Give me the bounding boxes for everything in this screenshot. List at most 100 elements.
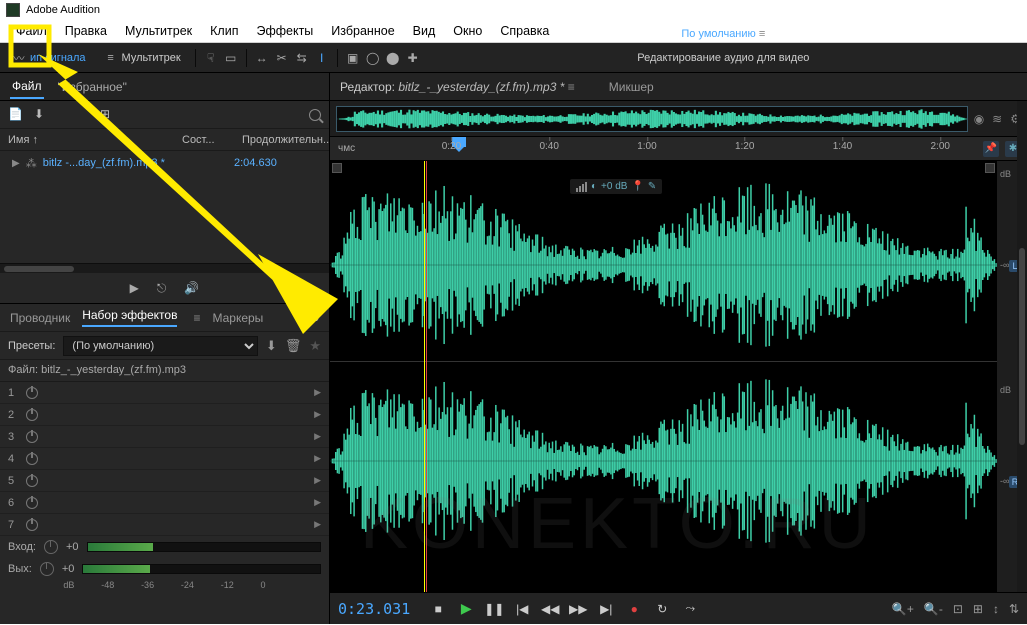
tab-files[interactable]: Файл	[10, 75, 44, 99]
zoom-fit-icon[interactable]: ⊡	[953, 602, 963, 616]
tab-markers[interactable]: Маркеры	[212, 311, 263, 325]
lasso-tool-icon[interactable]: ◯	[366, 51, 380, 65]
fade-out-handle[interactable]	[985, 163, 995, 173]
power-icon[interactable]	[26, 387, 38, 399]
loop-button[interactable]: ↻	[652, 599, 672, 619]
skip-button[interactable]: ⤳	[680, 599, 700, 619]
waveform-right-channel[interactable]	[330, 371, 997, 551]
spectral-tool-icon[interactable]: ▭	[224, 51, 238, 65]
stop-button[interactable]: ■	[428, 599, 448, 619]
fx-slot[interactable]: 4▶	[0, 448, 329, 470]
waveform-view-button[interactable]: 〰 ип сигнала	[6, 48, 92, 68]
zoom-in-v-icon[interactable]: ↕	[993, 602, 999, 616]
edit-hud-icon[interactable]: ✎	[648, 181, 656, 192]
editor-hud[interactable]: ◐ +0 dB 📍 ✎	[570, 179, 662, 194]
fx-slot[interactable]: 3▶	[0, 426, 329, 448]
timecode-display[interactable]: 0:23.031	[338, 600, 410, 618]
zoom-out-v-icon[interactable]: ⇅	[1009, 602, 1019, 616]
menu-file[interactable]: Файл	[8, 22, 55, 40]
delete-preset-icon[interactable]: 🗑	[285, 338, 302, 354]
tab-effects-rack[interactable]: Набор эффектов	[82, 308, 177, 327]
pin-hud-icon[interactable]: 📍	[631, 181, 643, 192]
slip-tool-icon[interactable]: ⇆	[295, 51, 309, 65]
fade-in-handle[interactable]	[332, 163, 342, 173]
loop-preview-icon[interactable]: ⎋	[157, 281, 167, 296]
prev-button[interactable]: |◀	[512, 599, 532, 619]
open-file-icon[interactable]: 📄	[8, 107, 24, 123]
panel-menu-icon[interactable]: ≡	[193, 311, 200, 325]
multitrack-view-button[interactable]: ≡ Мультитрек	[98, 48, 187, 68]
zoom-in-icon[interactable]: 🔍+	[892, 602, 914, 616]
input-label: Вход:	[8, 541, 36, 553]
import-icon[interactable]: ⬇	[34, 107, 50, 123]
auto-play-icon[interactable]: 🔊	[184, 281, 199, 295]
spectral-pitch-icon[interactable]: ◉	[974, 112, 984, 126]
pause-button[interactable]: ❚❚	[484, 599, 504, 619]
move-tool-icon[interactable]: ↔	[255, 51, 269, 65]
record-button[interactable]: ●	[624, 599, 644, 619]
power-icon[interactable]	[26, 519, 38, 531]
more-tabs-icon[interactable]: »	[312, 311, 319, 325]
zoom-sel-icon[interactable]: ⊞	[973, 602, 983, 616]
chevron-right-icon: ▶	[314, 409, 321, 420]
time-select-tool-icon[interactable]: I	[315, 51, 329, 65]
pan-knob-icon[interactable]: ◐	[591, 181, 597, 192]
col-state[interactable]: Сост...	[174, 134, 234, 146]
overview-waveform[interactable]	[336, 106, 968, 132]
editor-vscroll[interactable]	[1017, 101, 1027, 592]
power-icon[interactable]	[26, 431, 38, 443]
effects-panel: Проводник Набор эффектов ≡ Маркеры » Пре…	[0, 303, 329, 624]
separator	[195, 49, 196, 67]
power-icon[interactable]	[26, 497, 38, 509]
file-row[interactable]: ▶ ⁂ bitlz -...day_(zf.fm).mp3 * 2:04.630	[0, 151, 329, 175]
marquee-tool-icon[interactable]: ▣	[346, 51, 360, 65]
timeline[interactable]: чмс 0:20 0:40 1:00 1:20 1:40 2:00 📌 ✱	[330, 137, 1027, 161]
menu-effects[interactable]: Эффекты	[248, 22, 321, 40]
hand-tool-icon[interactable]: ☟	[204, 51, 218, 65]
record-icon[interactable]: ⊞	[100, 107, 116, 123]
preset-select[interactable]: (По умолчанию)	[63, 336, 258, 356]
waveform-left-channel[interactable]	[330, 175, 997, 355]
pin-icon[interactable]: 📌	[983, 141, 999, 157]
next-button[interactable]: ▶|	[596, 599, 616, 619]
col-duration[interactable]: Продолжительн...	[234, 134, 329, 146]
search-icon[interactable]	[309, 109, 321, 121]
fx-slot[interactable]: 2▶	[0, 404, 329, 426]
files-hscroll[interactable]	[0, 263, 329, 273]
col-name[interactable]: Имя ↑	[0, 134, 174, 146]
cursor-line[interactable]	[426, 161, 427, 592]
rewind-button[interactable]: ◀◀	[540, 599, 560, 619]
output-knob[interactable]	[40, 562, 54, 576]
menu-favorites[interactable]: Избранное	[323, 22, 402, 40]
heal-tool-icon[interactable]: ✚	[406, 51, 420, 65]
razor-tool-icon[interactable]: ✂	[275, 51, 289, 65]
fx-slot[interactable]: 6▶	[0, 492, 329, 514]
input-knob[interactable]	[44, 540, 58, 554]
power-icon[interactable]	[26, 475, 38, 487]
brush-tool-icon[interactable]: ⬤	[386, 51, 400, 65]
power-icon[interactable]	[26, 409, 38, 421]
workspace-default[interactable]: По умолчанию ≡	[681, 28, 765, 40]
fx-slot[interactable]: 1▶	[0, 382, 329, 404]
waveform-editor[interactable]: ◐ +0 dB 📍 ✎ dB -∞ L dB -∞ R	[330, 161, 1027, 592]
level-bars-icon	[576, 182, 587, 192]
menu-edit[interactable]: Правка	[57, 22, 115, 40]
tab-favorites[interactable]: "Избранное"	[56, 76, 129, 98]
favorite-preset-icon[interactable]: ★	[309, 338, 321, 354]
save-preset-icon[interactable]: ⬇	[266, 338, 277, 354]
workspace-audio-video[interactable]: Редактирование аудио для видео	[637, 52, 809, 64]
zoom-out-icon[interactable]: 🔍-	[924, 602, 943, 616]
fx-slot[interactable]: 5▶	[0, 470, 329, 492]
play-preview-icon[interactable]: ▶	[130, 281, 139, 295]
tab-mixer[interactable]: Микшер	[609, 80, 654, 94]
power-icon[interactable]	[26, 453, 38, 465]
play-button[interactable]: ▶	[456, 599, 476, 619]
editor-tabs: Редактор: bitlz_-_yesterday_(zf.fm).mp3 …	[330, 73, 1027, 101]
forward-button[interactable]: ▶▶	[568, 599, 588, 619]
playhead-line[interactable]	[424, 161, 425, 592]
fx-slot[interactable]: 7▶	[0, 514, 329, 536]
tab-explorer[interactable]: Проводник	[10, 311, 70, 325]
menu-multitrack[interactable]: Мультитрек	[117, 22, 200, 40]
menu-clip[interactable]: Клип	[202, 22, 246, 40]
spectral-freq-icon[interactable]: ≋	[992, 112, 1002, 126]
